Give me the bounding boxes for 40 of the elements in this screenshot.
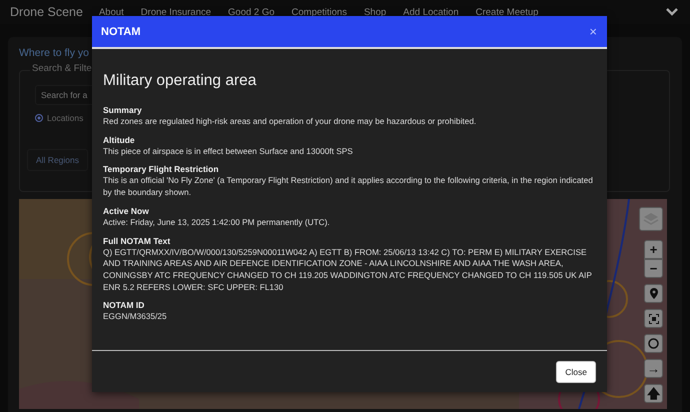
section-text: EGGN/M3635/25 [103,311,168,324]
section-label: Summary [103,104,143,116]
nav-link[interactable]: Create Meetup [476,6,538,18]
zoom-out-button[interactable]: − [644,259,663,278]
circle-icon [648,338,659,349]
close-button[interactable]: Close [556,360,596,382]
nav-link[interactable]: Competitions [292,6,347,18]
region-button[interactable]: All Regions [27,149,88,171]
up-arrow-button[interactable]: 🡅 [644,384,663,403]
nav-link[interactable]: Add Location [403,6,459,18]
section-text: Red zones are regulated high-risk areas and operation of your drone may be hazardous or prohibited. [103,116,478,128]
notam-heading: Military operating area [103,72,258,90]
location-pin-button[interactable] [644,284,663,303]
zoom-in-button[interactable]: + [644,240,663,259]
nav-link[interactable]: Drone Insurance [140,6,212,18]
section-label: Altitude [103,134,136,146]
nav-link[interactable]: About [98,6,124,18]
section-label: Active Now [103,204,150,217]
arrow-button[interactable]: → [644,359,663,378]
close-button[interactable]: × [587,25,599,38]
radio-button[interactable] [35,114,43,122]
section-label: Full NOTAM Text [103,234,172,247]
section-label: NOTAM ID [103,299,146,312]
chevron-down-icon[interactable] [666,8,678,16]
page-heading: Where to fly yo [19,47,90,59]
dialog-title: NOTAM [101,26,141,38]
brand-link[interactable]: Drone Scene [10,5,83,19]
section-text: Q) EGTT/QRMXX/IV/BO/W/000/130/5259N00011W042 A) EGTT B) FROM: 25/06/13 13:42 C) TO: PERM E) MILITARY EXERCISE AND TRAINING AREAS AND AIR DEFENCE IDENTIFICATION ZONE - AIAA LINCOLNSHIRE AND AIAA THE WASH AREA, CONINGSBY ATC FREQUENCY CHANGED TO CH 119.205 WADDINGTON ATC FREQUENCY CHANGED TO CH 119.505 UK AIP ENR 5.2 REFERS LOWER: SFC UPPER: FL130 [103,246,593,294]
fullscreen-icon [648,314,658,324]
section-text: Active: Friday, June 13, 2025 1:42:00 PM permanently (UTC). [103,216,331,229]
section-label: Temporary Flight Restriction [103,163,220,176]
circle-tool-button[interactable] [644,334,663,353]
filter-legend: Search & Filte [30,63,94,74]
nav-link[interactable]: Shop [364,6,386,18]
nav-link[interactable]: Good 2 Go [228,6,275,18]
radio-label: Locations [47,113,84,123]
fullscreen-button[interactable] [644,309,663,328]
section-text: This is an official 'No Fly Zone' (a Temporary Flight Restriction) and it applies according to the following criteria, in the region indicated by the boundary shown. [103,175,594,199]
map-pin-icon [650,288,658,299]
section-text: This piece of airspace is in effect between Surface and 13000ft SPS [103,146,354,158]
